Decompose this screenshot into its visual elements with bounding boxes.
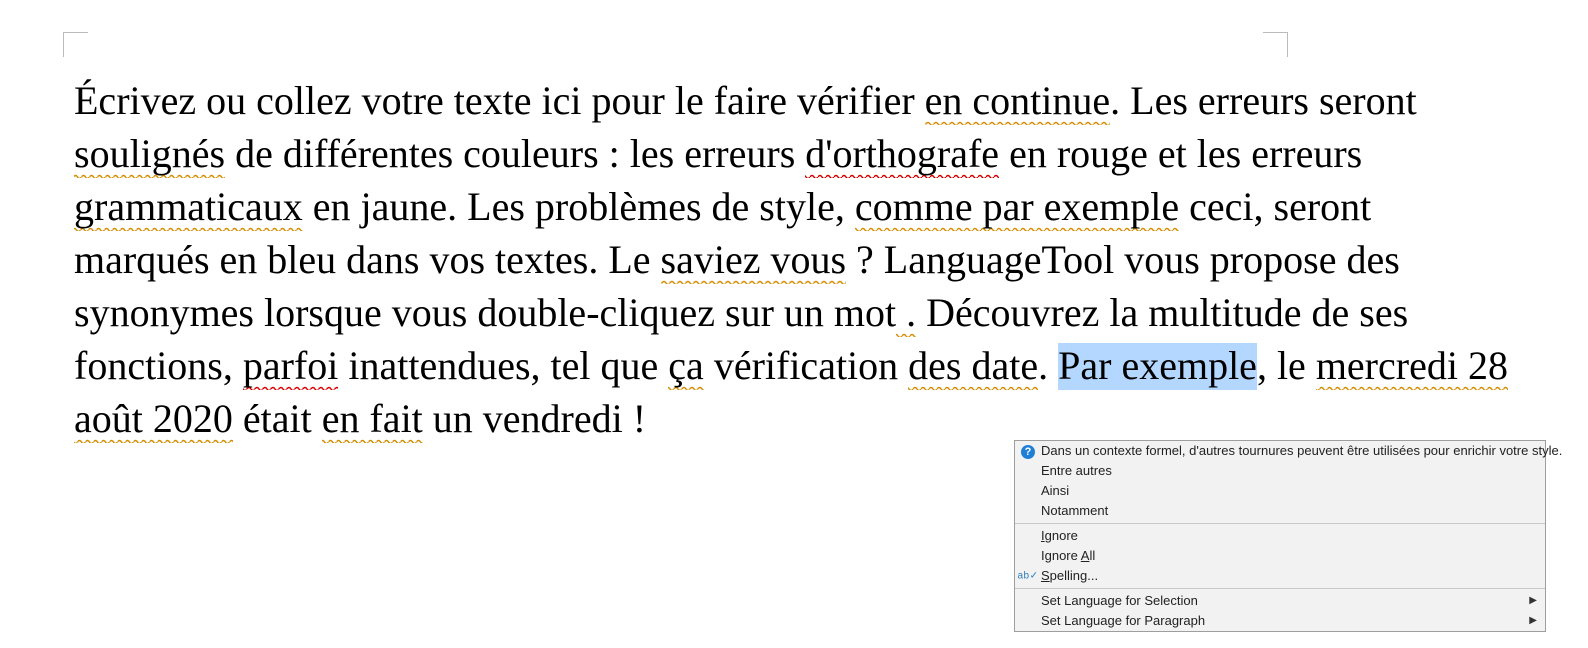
menu-label: Dans un contexte formel, d'autres tournu… [1041, 443, 1562, 458]
menu-explanation[interactable]: ?Dans un contexte formel, d'autres tourn… [1015, 441, 1545, 461]
grammar-error[interactable]: saviez vous [661, 237, 847, 284]
grammar-error[interactable]: grammaticaux [74, 184, 303, 231]
menu-suggestion[interactable]: Notamment [1015, 501, 1545, 521]
spellcheck-icon: ab✓ [1017, 571, 1038, 582]
menu-label: Set Language for Paragraph [1041, 613, 1205, 628]
page-corner [1263, 32, 1288, 57]
spelling-error[interactable]: parfoi [243, 343, 339, 390]
menu-label: Set Language for Selection [1041, 593, 1198, 608]
text[interactable]: de différentes couleurs : les erreurs [225, 131, 805, 176]
text[interactable]: Écrivez ou collez votre texte ici pour l… [74, 78, 925, 123]
text[interactable]: . [1038, 343, 1058, 388]
grammar-error[interactable]: des date [908, 343, 1038, 390]
text[interactable]: un vendredi ! [423, 396, 646, 441]
menu-label: Entre autres [1041, 463, 1112, 478]
selected-style-error[interactable]: Par exemple [1058, 343, 1257, 390]
text[interactable]: était [233, 396, 322, 441]
style-error[interactable]: comme par exemple [855, 184, 1179, 231]
menu-suggestion[interactable]: Ainsi [1015, 481, 1545, 501]
grammar-error[interactable]: . [896, 290, 916, 337]
grammar-error[interactable]: soulignés [74, 131, 225, 178]
text[interactable]: . Les erreurs seront [1110, 78, 1417, 123]
grammar-error[interactable]: en continue [925, 78, 1111, 125]
text[interactable]: vérification [704, 343, 908, 388]
document-body[interactable]: Écrivez ou collez votre texte ici pour l… [74, 74, 1514, 445]
menu-separator [1015, 588, 1545, 589]
text[interactable]: en jaune. Les problèmes de style, [303, 184, 855, 229]
menu-set-language-selection[interactable]: Set Language for Selection ▶ [1015, 591, 1545, 611]
menu-label: Ainsi [1041, 483, 1069, 498]
menu-ignore[interactable]: Ignore [1015, 526, 1545, 546]
page-corner [63, 32, 88, 57]
style-error[interactable]: en fait [322, 396, 423, 443]
submenu-arrow-icon: ▶ [1529, 611, 1537, 631]
text[interactable]: en rouge et les erreurs [999, 131, 1362, 176]
spelling-error[interactable]: d'orthografe [805, 131, 999, 178]
context-menu: ?Dans un contexte formel, d'autres tourn… [1014, 440, 1546, 632]
menu-spelling[interactable]: ab✓Spelling... [1015, 566, 1545, 586]
submenu-arrow-icon: ▶ [1529, 591, 1537, 611]
menu-set-language-paragraph[interactable]: Set Language for Paragraph ▶ [1015, 611, 1545, 631]
menu-label: Ignore [1041, 528, 1078, 543]
text[interactable]: inattendues, tel que [338, 343, 668, 388]
grammar-error[interactable]: ça [668, 343, 704, 390]
menu-label: Ignore All [1041, 548, 1095, 563]
text[interactable]: , le [1257, 343, 1316, 388]
menu-separator [1015, 523, 1545, 524]
menu-suggestion[interactable]: Entre autres [1015, 461, 1545, 481]
menu-label: Notamment [1041, 503, 1108, 518]
menu-label: Spelling... [1041, 568, 1098, 583]
help-icon: ? [1021, 445, 1035, 459]
menu-ignore-all[interactable]: Ignore All [1015, 546, 1545, 566]
